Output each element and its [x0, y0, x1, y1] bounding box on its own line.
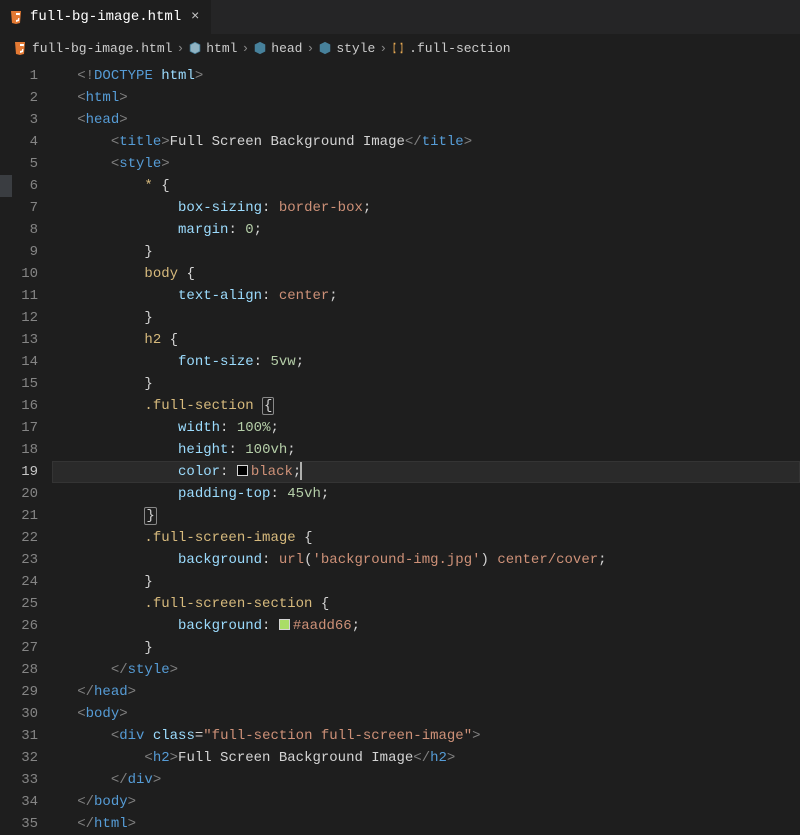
breadcrumb-label: head	[271, 41, 302, 56]
line-number[interactable]: 16	[0, 395, 38, 417]
editor-area[interactable]: 1234567891011121314151617181920212223242…	[0, 61, 800, 835]
line-number[interactable]: 1	[0, 65, 38, 87]
line-number[interactable]: 4	[0, 131, 38, 153]
line-number[interactable]: 27	[0, 637, 38, 659]
line-number[interactable]: 30	[0, 703, 38, 725]
breadcrumb-head[interactable]: head	[253, 41, 302, 56]
code-content[interactable]: <!DOCTYPE html> <html> <head> <title>Ful…	[52, 61, 800, 835]
gutter-selection-indicator	[0, 175, 12, 197]
line-number[interactable]: 21	[0, 505, 38, 527]
html-file-icon	[8, 9, 24, 25]
tab-bar: full-bg-image.html ×	[0, 0, 800, 35]
line-number[interactable]: 33	[0, 769, 38, 791]
line-number[interactable]: 25	[0, 593, 38, 615]
breadcrumb-label: .full-section	[409, 41, 510, 56]
chevron-right-icon: ›	[307, 41, 315, 56]
breadcrumb-html[interactable]: html	[188, 41, 237, 56]
line-number[interactable]: 8	[0, 219, 38, 241]
color-swatch-black[interactable]	[237, 465, 248, 476]
chevron-right-icon: ›	[241, 41, 249, 56]
line-number[interactable]: 10	[0, 263, 38, 285]
breadcrumbs[interactable]: full-bg-image.html › html › head › style…	[0, 35, 800, 61]
brackets-icon	[391, 41, 405, 55]
line-number[interactable]: 11	[0, 285, 38, 307]
chevron-right-icon: ›	[176, 41, 184, 56]
html-file-icon	[12, 40, 28, 56]
line-number[interactable]: 17	[0, 417, 38, 439]
module-icon	[188, 41, 202, 55]
line-number[interactable]: 34	[0, 791, 38, 813]
color-swatch-aadd66[interactable]	[279, 619, 290, 630]
line-number[interactable]: 22	[0, 527, 38, 549]
line-number[interactable]: 12	[0, 307, 38, 329]
module-icon	[253, 41, 267, 55]
chevron-right-icon: ›	[379, 41, 387, 56]
module-icon	[318, 41, 332, 55]
line-number[interactable]: 14	[0, 351, 38, 373]
editor-tab[interactable]: full-bg-image.html ×	[0, 0, 212, 34]
line-number[interactable]: 18	[0, 439, 38, 461]
breadcrumb-label: style	[336, 41, 375, 56]
line-number[interactable]: 32	[0, 747, 38, 769]
tab-filename: full-bg-image.html	[30, 9, 181, 25]
line-number[interactable]: 15	[0, 373, 38, 395]
line-number[interactable]: 23	[0, 549, 38, 571]
line-number[interactable]: 7	[0, 197, 38, 219]
breadcrumb-selector[interactable]: .full-section	[391, 41, 510, 56]
line-number[interactable]: 29	[0, 681, 38, 703]
breadcrumb-label: full-bg-image.html	[32, 41, 172, 56]
line-number[interactable]: 35	[0, 813, 38, 835]
line-number[interactable]: 3	[0, 109, 38, 131]
line-number[interactable]: 28	[0, 659, 38, 681]
breadcrumb-file[interactable]: full-bg-image.html	[12, 40, 172, 56]
line-number[interactable]: 19	[0, 461, 38, 483]
line-number[interactable]: 13	[0, 329, 38, 351]
line-number[interactable]: 26	[0, 615, 38, 637]
line-number[interactable]: 9	[0, 241, 38, 263]
breadcrumb-style[interactable]: style	[318, 41, 375, 56]
text-cursor	[300, 462, 302, 480]
line-number[interactable]: 5	[0, 153, 38, 175]
line-number[interactable]: 24	[0, 571, 38, 593]
breadcrumb-label: html	[206, 41, 237, 56]
line-number[interactable]: 2	[0, 87, 38, 109]
line-number[interactable]: 31	[0, 725, 38, 747]
line-number[interactable]: 20	[0, 483, 38, 505]
close-icon[interactable]: ×	[187, 9, 203, 25]
